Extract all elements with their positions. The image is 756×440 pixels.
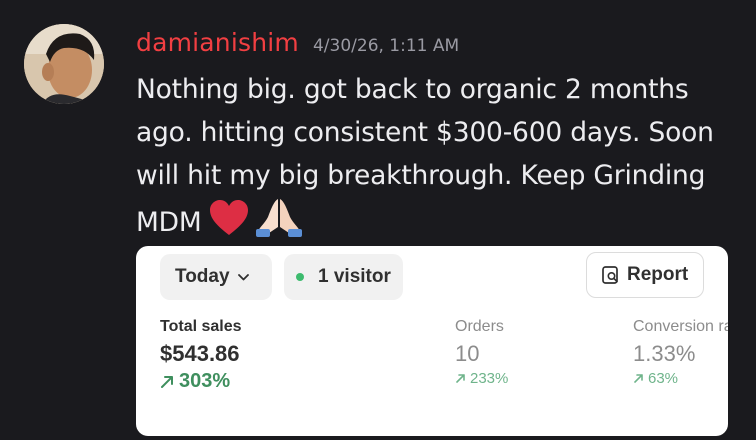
red-heart-icon xyxy=(208,199,250,250)
metric-label: Total sales xyxy=(160,318,242,335)
metric-change: 303% xyxy=(160,370,242,393)
date-filter-button[interactable]: Today xyxy=(160,254,272,300)
avatar[interactable] xyxy=(24,24,104,104)
message-timestamp[interactable]: 4/30/26, 1:11 AM xyxy=(313,36,459,56)
metric-value: $543.86 xyxy=(160,341,240,366)
arrow-up-right-icon xyxy=(161,376,173,388)
metric-total-sales: Total sales $543.86 303% xyxy=(160,318,242,393)
message-content: Nothing big. got back to organic 2 month… xyxy=(136,68,741,250)
message-header: damianishim 4/30/26, 1:11 AM xyxy=(136,28,459,57)
visitor-count: 1 visitor xyxy=(318,266,391,287)
chevron-down-icon xyxy=(237,273,249,280)
arrow-up-right-icon xyxy=(456,374,465,383)
metric-value: 10 xyxy=(455,341,480,366)
metric-orders: Orders 10 233% xyxy=(455,318,508,387)
metric-label: Orders xyxy=(455,318,504,335)
analytics-screenshot-attachment[interactable]: Today 1 visitor Report Total sales $543.… xyxy=(136,246,728,436)
report-search-icon xyxy=(602,266,618,284)
metric-change-value: 303% xyxy=(179,370,231,392)
metric-value: 1.33% xyxy=(633,341,696,366)
metric-label: Conversion rate xyxy=(633,318,728,335)
metric-change: 233% xyxy=(455,370,508,387)
metric-change-value: 233% xyxy=(470,370,509,387)
avatar-photo xyxy=(24,24,104,104)
metric-conversion-rate: Conversion rate 1.33% 63% xyxy=(633,318,728,387)
live-visitors-badge[interactable]: 1 visitor xyxy=(284,254,403,300)
report-button[interactable]: Report xyxy=(586,252,704,298)
metric-change-value: 63% xyxy=(648,370,679,387)
metric-change: 63% xyxy=(633,370,728,387)
arrow-up-right-icon xyxy=(634,374,643,383)
date-filter-label: Today xyxy=(175,266,230,287)
live-dot-icon xyxy=(296,273,304,281)
username[interactable]: damianishim xyxy=(136,28,299,57)
report-label: Report xyxy=(627,264,689,285)
folded-hands-icon xyxy=(255,197,302,250)
